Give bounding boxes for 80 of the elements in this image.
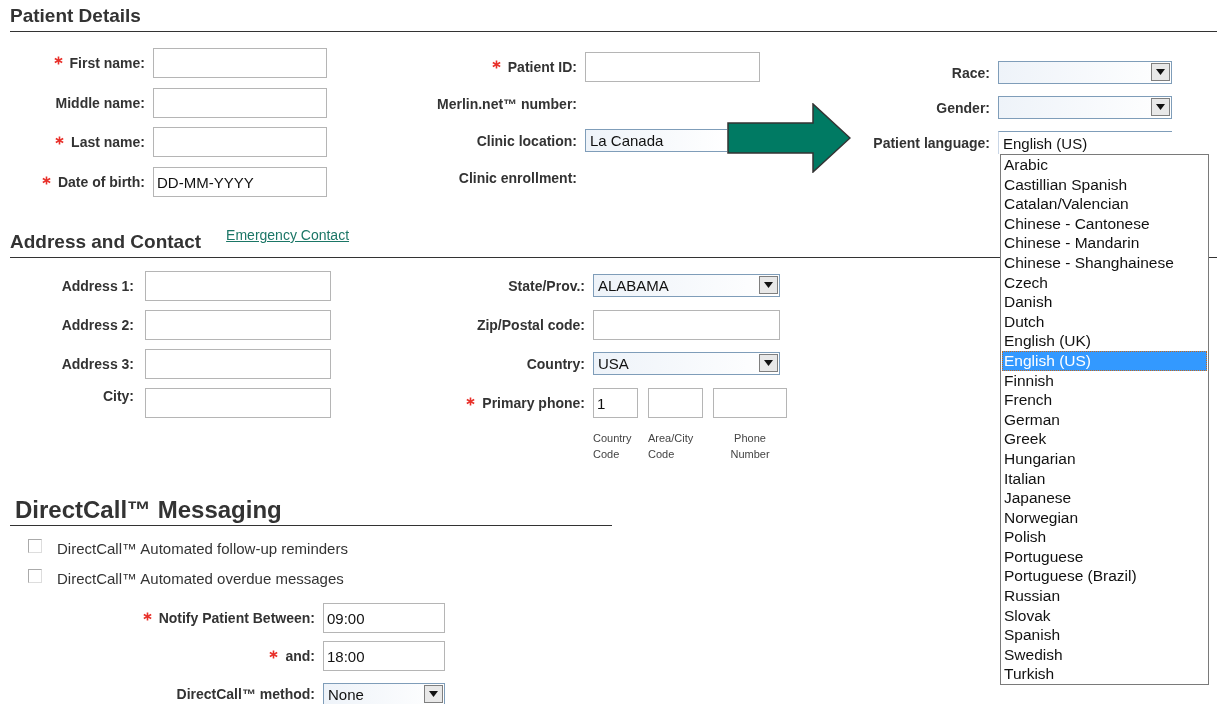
field-label: City: [102,388,134,404]
dropdown[interactable]: None [323,682,445,704]
dropdown-option[interactable]: German [1002,409,1207,430]
dropdown-option[interactable]: Greek [1002,429,1207,449]
field-label: Primary phone: [482,395,585,411]
dropdown-option[interactable]: Finnish [1002,370,1207,391]
field-label: Address 1: [61,277,134,294]
dropdown-option[interactable]: Slovak [1002,605,1207,626]
field-label: Middle name: [55,94,145,111]
dropdown-option[interactable]: Hungarian [1002,448,1207,469]
dropdown-option[interactable]: Portuguese (Brazil) [1002,566,1207,587]
field-caption: Area/City Code [648,431,694,462]
dropdown-option[interactable]: Portuguese [1002,546,1207,567]
text-field[interactable] [153,87,327,118]
checkbox-label: DirectCall™ Automated follow-up reminders [57,539,348,557]
field-label: Merlin.net™ number: [437,95,577,112]
field-label: Patient language: [873,134,990,151]
dropdown-option[interactable]: Dutch [1002,311,1207,332]
dropdown-option[interactable]: Swedish [1002,644,1207,665]
text-field[interactable] [153,127,327,158]
dropdown-option[interactable]: Italian [1002,468,1207,489]
field-label: Country: [526,355,585,372]
checkbox-label: DirectCall™ Automated overdue messages [57,569,344,587]
dropdown[interactable]: ALABAMA [593,274,780,297]
field-label: Clinic enrollment: [458,169,577,186]
dropdown-option[interactable]: Spanish [1002,625,1207,645]
field-label: Address 3: [61,355,134,372]
dropdown[interactable] [998,96,1172,119]
checkbox[interactable] [28,539,42,553]
field-caption: Country Code [593,431,632,462]
dropdown[interactable]: USA [593,352,780,375]
section-title: Address and Contact [10,231,202,253]
dropdown-option[interactable]: Catalan/Valencian [1002,194,1207,214]
checkbox[interactable] [28,569,42,583]
text-field[interactable]: 09:00 [323,603,445,633]
field-label: Zip/Postal code: [476,316,585,333]
text-field[interactable] [145,388,331,418]
section-title: Patient Details [10,5,141,27]
text-field[interactable]: 1 [593,388,638,418]
dropdown-option[interactable]: Polish [1002,527,1207,547]
text-field[interactable]: DD-MM-YYYY [153,167,327,198]
combo-field[interactable]: La Canada [585,129,727,152]
dropdown-option[interactable]: English (UK) [1002,331,1207,351]
dropdown-option[interactable]: Danish [1002,292,1207,312]
text-field[interactable] [145,270,331,301]
field-label: and: [285,648,315,664]
dropdown-option[interactable]: Arabic [1002,155,1207,175]
text-field[interactable] [593,309,780,340]
field-label: Race: [951,64,990,81]
field-label: State/Prov.: [508,277,585,294]
field-label: Notify Patient Between: [158,610,315,626]
text-field[interactable] [713,388,787,418]
text-field[interactable] [648,388,703,418]
dropdown-option[interactable]: Czech [1002,272,1207,293]
dropdown-option[interactable]: Norwegian [1002,507,1207,528]
text-field[interactable] [153,47,327,78]
field-label: Clinic location: [476,132,577,149]
text-field[interactable] [585,51,760,82]
field-caption: Phone Number [730,431,770,462]
field-label: Patient ID: [507,58,577,75]
dropdown-option[interactable]: Chinese - Mandarin [1002,233,1207,253]
field-label: DirectCall™ method: [176,686,315,702]
text-field[interactable] [145,348,331,379]
dropdown-option[interactable]: Turkish [1002,664,1207,685]
dropdown-option[interactable]: Russian [1002,586,1207,606]
text-field[interactable]: 18:00 [323,641,445,671]
emergency-contact-link[interactable]: Emergency Contact [226,227,350,243]
dropdown[interactable] [998,61,1172,84]
text-field[interactable] [145,309,331,340]
field-label: Address 2: [61,316,134,333]
dropdown-option[interactable]: French [1002,390,1207,410]
dropdown-option[interactable]: Japanese [1002,488,1207,508]
field-label: First name: [69,54,145,71]
section-title: DirectCall™ Messaging [15,496,282,524]
field-label: Date of birth: [57,174,145,191]
dropdown-option[interactable]: Castillian Spanish [1002,174,1207,195]
field-label: Gender: [936,99,990,116]
field-label: Last name: [71,134,145,151]
dropdown-option[interactable]: Chinese - Cantonese [1002,213,1207,234]
dropdown-option[interactable]: Chinese - Shanghainese [1002,252,1207,273]
